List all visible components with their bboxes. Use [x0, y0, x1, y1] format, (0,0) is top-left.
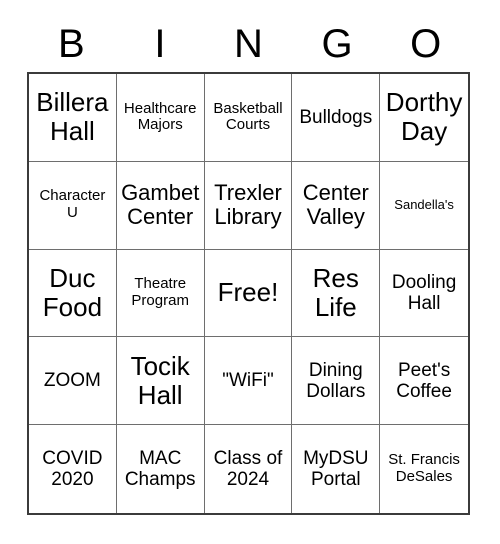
- bingo-cell[interactable]: Billera Hall: [29, 74, 117, 162]
- bingo-cell[interactable]: Center Valley: [292, 161, 381, 250]
- bingo-cell-label: "WiFi": [222, 370, 274, 392]
- bingo-cell[interactable]: ZOOM: [29, 337, 117, 426]
- bingo-cell-label: MyDSU Portal: [303, 447, 369, 491]
- bingo-cell[interactable]: Trexler Library: [204, 161, 293, 250]
- bingo-cell[interactable]: St. Francis DeSales: [380, 425, 468, 513]
- bingo-cell-label: Class of 2024: [213, 447, 283, 491]
- bingo-cell-label: Character U: [39, 187, 106, 222]
- bingo-grid: Billera Hall Healthcare Majors Basketball …: [27, 72, 470, 515]
- bingo-cell-label: Dooling Hall: [391, 271, 457, 314]
- bingo-cell-label: Basketball Courts: [213, 99, 283, 134]
- bingo-cell[interactable]: Gambet Center: [116, 161, 205, 250]
- bingo-cell-label: Gambet Center: [121, 179, 200, 230]
- bingo-cell-label: Res Life: [312, 262, 359, 322]
- bingo-cell[interactable]: Duc Food: [29, 249, 117, 338]
- bingo-cell-label: MAC Champs: [124, 447, 196, 491]
- bingo-cell-label: Theatre Program: [131, 275, 189, 309]
- bingo-cell[interactable]: Peet's Coffee: [380, 337, 468, 426]
- bingo-cell[interactable]: Dining Dollars: [292, 337, 381, 426]
- bingo-cell-label: Duc Food: [42, 262, 103, 322]
- bingo-cell[interactable]: MyDSU Portal: [292, 425, 381, 513]
- bingo-cell-label: Healthcare Majors: [123, 99, 197, 134]
- bingo-cell-label: Dining Dollars: [306, 359, 366, 402]
- bingo-cell-label: Bulldogs: [299, 106, 373, 128]
- bingo-cell-label: Center Valley: [302, 179, 369, 230]
- header-letter-g: G: [321, 22, 353, 66]
- bingo-cell[interactable]: "WiFi": [204, 337, 293, 426]
- bingo-cell[interactable]: Healthcare Majors: [116, 74, 205, 162]
- bingo-cell-label: St. Francis DeSales: [388, 451, 460, 486]
- bingo-cell[interactable]: Free!: [204, 249, 293, 338]
- bingo-cell-label: Peet's Coffee: [396, 359, 452, 402]
- bingo-cell[interactable]: Basketball Courts: [204, 74, 293, 162]
- bingo-cell-label: ZOOM: [43, 370, 101, 392]
- header-letter-n: N: [234, 22, 263, 66]
- header-letter-o: O: [410, 22, 442, 66]
- header-letter-i: I: [154, 22, 166, 66]
- bingo-cell[interactable]: COVID 2020: [29, 425, 117, 513]
- bingo-cell[interactable]: Dooling Hall: [380, 249, 468, 338]
- bingo-cell[interactable]: Tocik Hall: [116, 337, 205, 426]
- bingo-card: B I N G O Billera Hall Healthcare Majors B…: [0, 0, 500, 544]
- bingo-cell[interactable]: Dorthy Day: [380, 74, 468, 162]
- bingo-cell-label: Free!: [217, 277, 279, 308]
- bingo-cell-label: Dorthy Day: [385, 87, 463, 147]
- bingo-cell[interactable]: Bulldogs: [292, 74, 381, 162]
- bingo-cell[interactable]: MAC Champs: [116, 425, 205, 513]
- bingo-cell[interactable]: Sandella's: [380, 161, 468, 250]
- header-letter-b: B: [57, 22, 85, 66]
- bingo-cell[interactable]: Res Life: [292, 249, 381, 338]
- bingo-cell-label: COVID 2020: [42, 447, 103, 491]
- bingo-cell-label: Billera Hall: [36, 87, 109, 147]
- bingo-cell-label: Sandella's: [394, 196, 454, 212]
- bingo-cell[interactable]: Character U: [29, 161, 117, 250]
- bingo-cell[interactable]: Theatre Program: [116, 249, 205, 338]
- bingo-cell-label: Tocik Hall: [130, 350, 190, 410]
- bingo-header: B I N G O: [27, 16, 470, 72]
- bingo-cell-label: Trexler Library: [214, 179, 282, 230]
- bingo-cell[interactable]: Class of 2024: [204, 425, 293, 513]
